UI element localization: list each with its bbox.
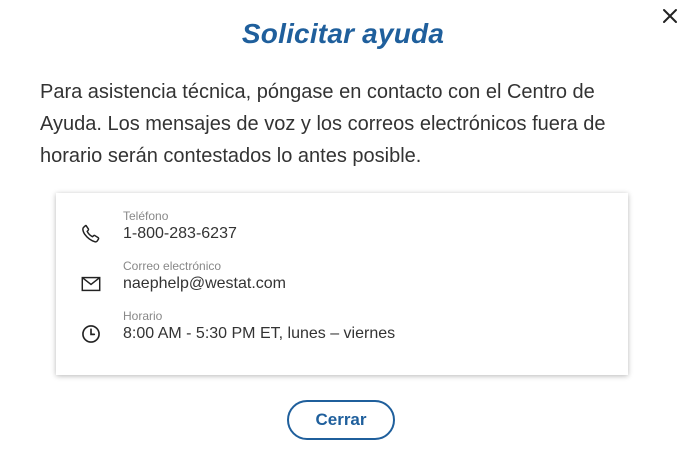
hours-row: Horario 8:00 AM - 5:30 PM ET, lunes – vi…: [56, 309, 628, 355]
email-value: naephelp@westat.com: [123, 275, 286, 292]
mail-icon: [81, 276, 101, 292]
help-dialog: Solicitar ayuda Para asistencia técnica,…: [0, 0, 686, 459]
hours-label: Horario: [123, 309, 163, 323]
phone-icon: [82, 224, 100, 243]
contact-card: Teléfono 1-800-283-6237 Correo electróni…: [56, 193, 628, 375]
email-label: Correo electrónico: [123, 259, 222, 273]
hours-value: 8:00 AM - 5:30 PM ET, lunes – viernes: [123, 325, 396, 342]
dialog-title: Solicitar ayuda: [241, 18, 445, 49]
phone-row: Teléfono 1-800-283-6237: [56, 209, 628, 255]
clock-icon: [82, 325, 100, 343]
close-button[interactable]: Cerrar: [287, 400, 395, 440]
phone-value: 1-800-283-6237: [123, 225, 237, 242]
email-row: Correo electrónico naephelp@westat.com: [56, 259, 628, 305]
phone-label: Teléfono: [123, 209, 169, 223]
intro-text: Para asistencia técnica, póngase en cont…: [40, 81, 606, 167]
